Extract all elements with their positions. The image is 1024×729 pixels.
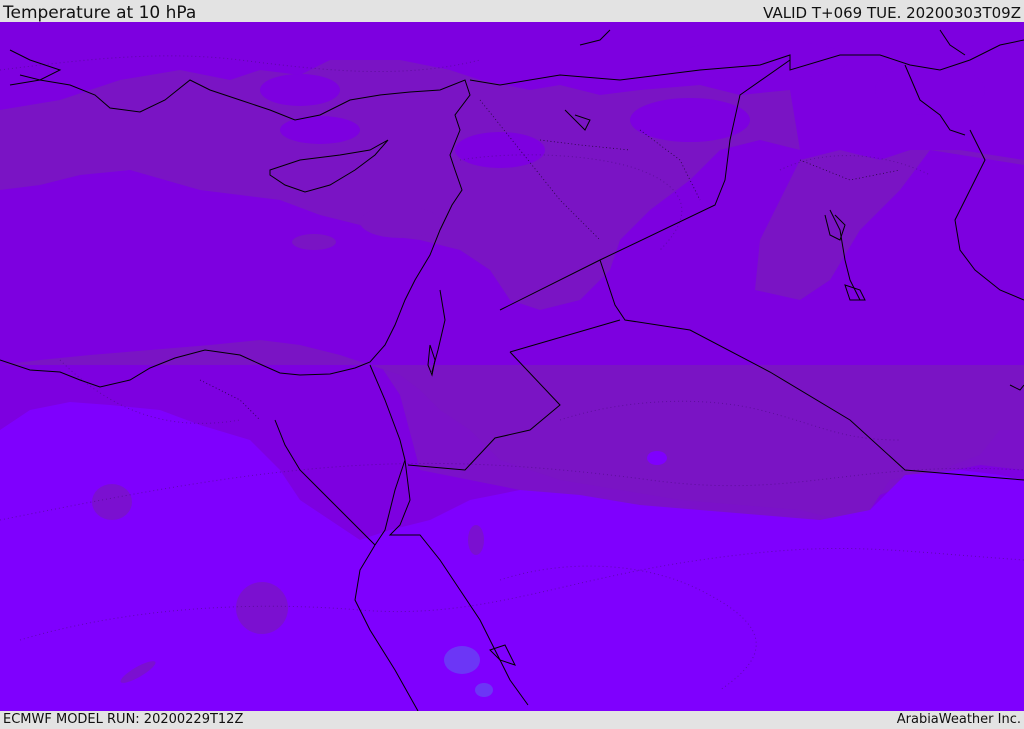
credit-label: ArabiaWeather Inc. xyxy=(896,712,1021,727)
footer-bar: ECMWF MODEL RUN: 20200229T12Z ArabiaWeat… xyxy=(0,711,1024,729)
model-run-label: ECMWF MODEL RUN: 20200229T12Z xyxy=(3,712,244,727)
valid-time: VALID T+069 TUE. 20200303T09Z xyxy=(763,4,1021,22)
header-bar: Temperature at 10 hPa VALID T+069 TUE. 2… xyxy=(0,0,1024,23)
map-panel[interactable] xyxy=(0,22,1024,711)
map-title: Temperature at 10 hPa xyxy=(3,3,197,23)
